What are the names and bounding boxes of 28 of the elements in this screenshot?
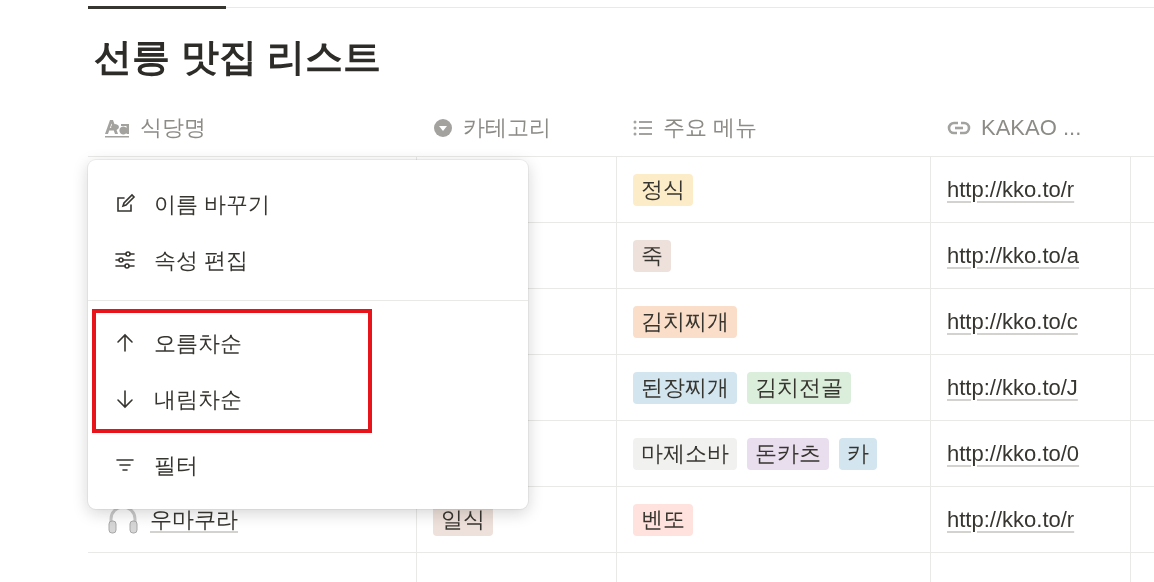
- tag: 된장찌개: [633, 371, 737, 404]
- url-link[interactable]: http://kko.to/a: [947, 239, 1080, 272]
- list-icon: [633, 119, 653, 136]
- menu-item[interactable]: 필터: [92, 437, 368, 493]
- url-link[interactable]: http://kko.to/r: [947, 173, 1075, 206]
- url-link[interactable]: http://kko.to/J: [947, 371, 1078, 404]
- menu-item[interactable]: 오름차순: [92, 315, 368, 371]
- tag: 김치전골: [747, 371, 851, 404]
- edit-icon: [114, 193, 136, 215]
- menu-item[interactable]: 속성 편집: [92, 232, 368, 288]
- tag: 마제소바: [633, 437, 737, 470]
- arrow-up-icon: [114, 332, 136, 354]
- tag: 돈카츠: [747, 437, 829, 470]
- sliders-icon: [114, 249, 136, 271]
- text-type-icon: [104, 117, 130, 138]
- tag: 김치찌개: [633, 305, 737, 338]
- menu-item[interactable]: 이름 바꾸기: [92, 176, 368, 232]
- page-title: 선릉 맛집 리스트: [94, 35, 383, 79]
- tag: 죽: [633, 239, 671, 272]
- dropdown-icon: [433, 117, 453, 138]
- tag: 카: [839, 437, 877, 470]
- arrow-down-icon: [114, 388, 136, 410]
- tag: 정식: [633, 173, 693, 206]
- menu-item[interactable]: 내림차순: [92, 371, 368, 427]
- url-link[interactable]: http://kko.to/r: [947, 503, 1075, 536]
- tag: 벤또: [633, 503, 693, 536]
- url-link[interactable]: http://kko.to/c: [947, 305, 1078, 338]
- url-link[interactable]: http://kko.to/0: [947, 437, 1080, 470]
